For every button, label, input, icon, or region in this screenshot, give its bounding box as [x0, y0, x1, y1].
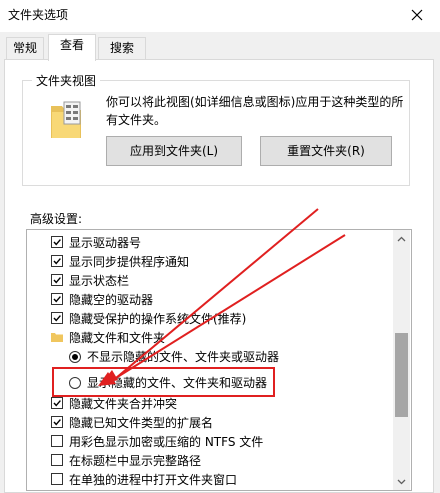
- checkmark-icon: [53, 239, 61, 246]
- item-label: 隐藏受保护的操作系统文件(推荐): [69, 312, 247, 326]
- item-label: 隐藏文件和文件夹: [69, 331, 166, 345]
- advanced-settings-label: 高级设置:: [30, 212, 83, 226]
- checkmark-icon: [53, 400, 61, 407]
- scroll-thumb[interactable]: [395, 333, 408, 417]
- tab-general[interactable]: 常规: [6, 37, 44, 59]
- chevron-up-icon: [397, 236, 406, 241]
- checkbox[interactable]: [51, 435, 63, 447]
- title-bar: 文件夹选项: [0, 0, 440, 32]
- checkmark-icon: [53, 296, 61, 303]
- folder-icon: [51, 333, 63, 342]
- checkbox[interactable]: [51, 236, 63, 248]
- tab-strip: 常规 查看 搜索: [0, 34, 440, 61]
- description-line-1: 你可以将此视图(如详细信息或图标)应用于这种类型的所: [106, 95, 404, 109]
- item-label: 用彩色显示加密或压缩的 NTFS 文件: [69, 435, 264, 449]
- checkbox[interactable]: [51, 397, 63, 409]
- highlight-box: [52, 367, 275, 397]
- item-label: 显示同步提供程序通知: [69, 255, 190, 269]
- checkbox[interactable]: [51, 255, 63, 267]
- item-label: 隐藏已知文件类型的扩展名: [69, 416, 214, 430]
- item-label: 显示状态栏: [69, 274, 130, 288]
- scroll-down-button[interactable]: [393, 473, 410, 490]
- checkbox[interactable]: [51, 473, 63, 485]
- folder-views-description: 你可以将此视图(如详细信息或图标)应用于这种类型的所 有文件夹。: [106, 93, 406, 129]
- item-label: 不显示隐藏的文件、文件夹或驱动器: [87, 350, 280, 364]
- item-label: 显示驱动器号: [69, 236, 142, 250]
- close-icon: [411, 9, 423, 21]
- item-label: 在单独的进程中打开文件夹窗口: [69, 473, 238, 487]
- checkbox[interactable]: [51, 274, 63, 286]
- close-button[interactable]: [394, 0, 440, 30]
- description-line-2: 有文件夹。: [106, 113, 167, 127]
- chevron-down-icon: [397, 479, 406, 484]
- tab-view[interactable]: 查看: [48, 34, 96, 61]
- reset-folders-button[interactable]: 重置文件夹(R): [260, 136, 392, 166]
- checkbox[interactable]: [51, 416, 63, 428]
- list-scrollbar[interactable]: [393, 230, 410, 490]
- item-label: 在标题栏中显示完整路径: [69, 454, 202, 468]
- folder-views-title: 文件夹视图: [32, 72, 101, 89]
- advanced-settings-list: 显示驱动器号 显示同步提供程序通知 显示状态栏 隐藏空的驱动器 隐藏受保护的操作…: [26, 229, 412, 491]
- window-title: 文件夹选项: [8, 8, 69, 22]
- item-label: 隐藏空的驱动器: [69, 293, 154, 307]
- folder-view-icon: [51, 101, 81, 138]
- item-label: 隐藏文件夹合并冲突: [69, 397, 178, 411]
- radio-button[interactable]: [69, 351, 81, 363]
- checkbox[interactable]: [51, 312, 63, 324]
- checkmark-icon: [53, 258, 61, 265]
- tab-search[interactable]: 搜索: [98, 37, 146, 59]
- apply-to-folders-button[interactable]: 应用到文件夹(L): [106, 136, 242, 166]
- checkmark-icon: [53, 277, 61, 284]
- checkbox[interactable]: [51, 293, 63, 305]
- scroll-up-button[interactable]: [393, 230, 410, 247]
- checkmark-icon: [53, 419, 61, 426]
- checkbox[interactable]: [51, 454, 63, 466]
- checkmark-icon: [53, 315, 61, 322]
